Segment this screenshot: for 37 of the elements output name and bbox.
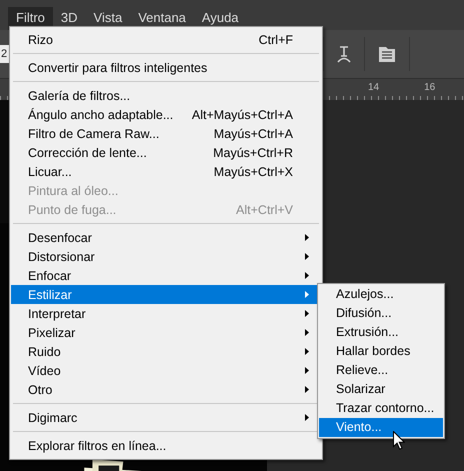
menu-item[interactable]: Ángulo ancho adaptable... Alt+Mayús+Ctrl+A xyxy=(11,105,321,124)
menu-item[interactable]: Extrusión... xyxy=(319,323,443,342)
menu-item[interactable]: Desenfocar xyxy=(11,228,321,247)
menu-item[interactable]: Hallar bordes xyxy=(319,342,443,361)
menu-item[interactable]: Azulejos... xyxy=(319,285,443,304)
menu-item[interactable]: Digimarc xyxy=(11,408,321,427)
panel-icon[interactable] xyxy=(378,45,396,63)
warp-text-icon[interactable] xyxy=(337,45,351,63)
menu-item[interactable]: Ruido xyxy=(11,342,321,361)
menu-item[interactable]: Trazar contorno... xyxy=(319,399,443,418)
menu-bar-item[interactable]: Vista xyxy=(86,7,130,30)
menu-item[interactable]: Vídeo xyxy=(11,361,321,380)
ruler-label: 14 xyxy=(368,82,380,93)
menu-bar-item[interactable]: Ventana xyxy=(130,7,194,30)
menu-item[interactable]: Licuar... Mayús+Ctrl+X xyxy=(11,162,321,181)
menu-item[interactable]: Interpretar xyxy=(11,304,321,323)
menu-item[interactable]: Rizo Ctrl+F xyxy=(11,30,321,49)
menu-bar-item[interactable]: 3D xyxy=(52,7,86,30)
input-field[interactable]: 2 xyxy=(0,45,10,63)
menu-item[interactable]: Corrección de lente... Mayús+Ctrl+R xyxy=(11,143,321,162)
menu-item[interactable]: Galería de filtros... xyxy=(11,86,321,105)
menu-bar-item[interactable]: Ayuda xyxy=(194,7,247,30)
menu-item[interactable]: Pixelizar xyxy=(11,323,321,342)
menu-item[interactable]: Relieve... xyxy=(319,361,443,380)
cursor-icon xyxy=(393,431,405,450)
menu-item[interactable]: Explorar filtros en línea... xyxy=(11,436,321,455)
menu-item[interactable]: Otro xyxy=(11,380,321,399)
menu-item[interactable]: Viento... xyxy=(319,418,443,437)
menu-item[interactable]: Difusión... xyxy=(319,304,443,323)
menu-item: Punto de fuga... Alt+Ctrl+V xyxy=(27,202,294,219)
menu-item[interactable]: Enfocar xyxy=(11,266,321,285)
menu-item: Pintura al óleo... xyxy=(27,182,120,200)
menu-item[interactable]: Solarizar xyxy=(319,380,443,399)
menu-item[interactable]: Convertir para filtros inteligentes xyxy=(11,58,321,77)
menu-item[interactable]: Distorsionar xyxy=(11,247,321,266)
ruler-label: 16 xyxy=(424,82,436,93)
menu-item[interactable]: Filtro de Camera Raw... Mayús+Ctrl+A xyxy=(11,124,321,143)
